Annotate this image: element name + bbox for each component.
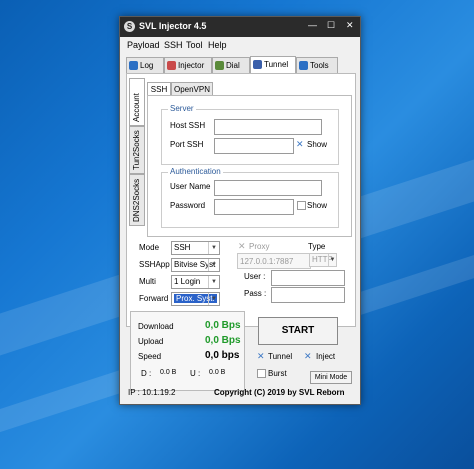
host-ssh-input[interactable] [214, 119, 322, 135]
port-ssh-input[interactable] [214, 138, 294, 154]
tunnel-label: Tunnel [268, 352, 293, 361]
tab-tunnel-label: Tunnel [264, 60, 289, 69]
mode-select[interactable]: SSH ▼ [171, 241, 220, 255]
tunnel-panel: Account Tun2Socks DNS2Socks SSH OpenVPN … [126, 73, 356, 327]
menu-ssh[interactable]: SSH [164, 40, 183, 50]
show-password-checkbox[interactable] [297, 201, 306, 210]
status-bar: IP : 10.1.19.2 Copyright (C) 2019 by SVL… [120, 383, 360, 403]
speed-label: Speed [138, 352, 162, 361]
port-ssh-label: Port SSH [170, 140, 204, 149]
password-label: Password [170, 201, 206, 210]
forward-label: Forward [139, 294, 169, 303]
menu-help[interactable]: Help [208, 40, 227, 50]
downloaded-value: 0.0 B [160, 369, 177, 376]
upload-label: Upload [138, 337, 164, 346]
side-tab-dns2socks-label: DNS2Socks [132, 178, 141, 222]
maximize-button[interactable]: ☐ [327, 20, 335, 31]
tab-dial-label: Dial [226, 61, 240, 70]
tab-injector-label: Injector [178, 61, 205, 70]
chevron-down-icon: ▼ [208, 293, 219, 305]
window-title: SVL Injector 4.5 [139, 21, 207, 31]
tab-tools-label: Tools [310, 61, 329, 70]
tab-injector[interactable]: Injector [164, 57, 212, 73]
mode-label: Mode [139, 243, 160, 252]
server-group: Server [161, 104, 339, 165]
tab-log[interactable]: Log [126, 57, 164, 73]
proxy-label: Proxy [249, 242, 270, 251]
proxy-pass-label: Pass : [244, 289, 267, 298]
username-input[interactable] [214, 180, 322, 196]
mode-value: SSH [174, 243, 191, 252]
side-tab-account-label: Account [132, 93, 141, 122]
side-tab-tun2socks-label: Tun2Socks [132, 130, 141, 170]
forward-select[interactable]: Prox. Syst. ▼ [171, 292, 220, 306]
multi-value: 1 Login [174, 277, 201, 286]
proxy-user-label: User : [244, 272, 266, 281]
show-port-label: Show [307, 140, 328, 149]
multi-label: Multi [139, 277, 156, 286]
proxy-pass-input[interactable] [271, 287, 345, 303]
side-tab-tun2socks[interactable]: Tun2Socks [129, 126, 145, 174]
syringe-icon [167, 61, 176, 70]
menu-tool[interactable]: Tool [186, 40, 203, 50]
proxy-checkbox[interactable]: ✕ [238, 241, 246, 252]
show-port-checkbox[interactable]: ✕ [296, 139, 304, 150]
tunnel-checkbox[interactable]: ✕ [257, 351, 265, 362]
inject-checkbox[interactable]: ✕ [304, 351, 312, 362]
start-button[interactable]: START [258, 317, 338, 345]
type-label: Type [308, 242, 326, 251]
app-logo-icon: S [124, 21, 135, 32]
chevron-down-icon: ▼ [208, 242, 219, 254]
tab-log-label: Log [140, 61, 154, 70]
title-bar: S SVL Injector 4.5 — ☐ ✕ [120, 17, 360, 37]
username-label: User Name [170, 182, 211, 191]
show-password-label: Show [307, 201, 328, 210]
tools-icon [299, 61, 308, 70]
tab-tunnel[interactable]: Tunnel [250, 56, 296, 73]
log-icon [129, 61, 138, 70]
tab-dial[interactable]: Dial [212, 57, 250, 73]
minimize-button[interactable]: — [308, 20, 317, 30]
sshapp-label: SSHApp [139, 260, 170, 269]
main-tabs: Log Injector Dial Tunnel Tools [126, 56, 356, 73]
host-ssh-label: Host SSH [170, 121, 206, 130]
side-tab-account[interactable]: Account [129, 78, 145, 126]
ip-address: IP : 10.1.19.2 [128, 388, 176, 397]
menu-payload[interactable]: Payload [127, 40, 160, 50]
proxy-user-input[interactable] [271, 270, 345, 286]
speed-value: 0,0 bps [205, 350, 240, 361]
downloaded-label: D : [141, 369, 152, 378]
tab-tools[interactable]: Tools [296, 57, 338, 73]
download-label: Download [138, 322, 174, 331]
chevron-down-icon: ▼ [328, 254, 336, 266]
chevron-down-icon: ▼ [208, 276, 219, 288]
burst-checkbox[interactable] [257, 369, 266, 378]
upload-value: 0,0 Bps [205, 335, 241, 346]
tunnel-icon [253, 60, 262, 69]
sshapp-select[interactable]: Bitvise Syst ▼ [171, 258, 220, 272]
uploaded-value: 0.0 B [209, 369, 226, 376]
chevron-down-icon: ▼ [208, 259, 219, 271]
proxy-input[interactable] [237, 253, 311, 269]
server-legend: Server [168, 104, 196, 113]
inject-label: Inject [316, 352, 336, 361]
stats-box: Download 0,0 Bps Upload 0,0 Bps Speed 0,… [130, 311, 245, 391]
multi-select[interactable]: 1 Login ▼ [171, 275, 220, 289]
sub-tab-openvpn[interactable]: OpenVPN [171, 82, 213, 96]
copyright-text: Copyright (C) 2019 by SVL Reborn [214, 388, 345, 397]
menu-bar: Payload SSH Tool Help [120, 37, 360, 54]
burst-label: Burst [268, 369, 287, 378]
download-value: 0,0 Bps [205, 320, 241, 331]
app-window: S SVL Injector 4.5 — ☐ ✕ Payload SSH Too… [119, 16, 361, 405]
auth-legend: Authentication [168, 167, 223, 176]
type-select[interactable]: HTTP ▼ [309, 253, 337, 267]
sub-tab-ssh[interactable]: SSH [147, 82, 171, 96]
uploaded-label: U : [190, 369, 201, 378]
phone-icon [215, 61, 224, 70]
close-button[interactable]: ✕ [346, 20, 354, 31]
side-tab-dns2socks[interactable]: DNS2Socks [129, 174, 145, 226]
password-input[interactable] [214, 199, 294, 215]
